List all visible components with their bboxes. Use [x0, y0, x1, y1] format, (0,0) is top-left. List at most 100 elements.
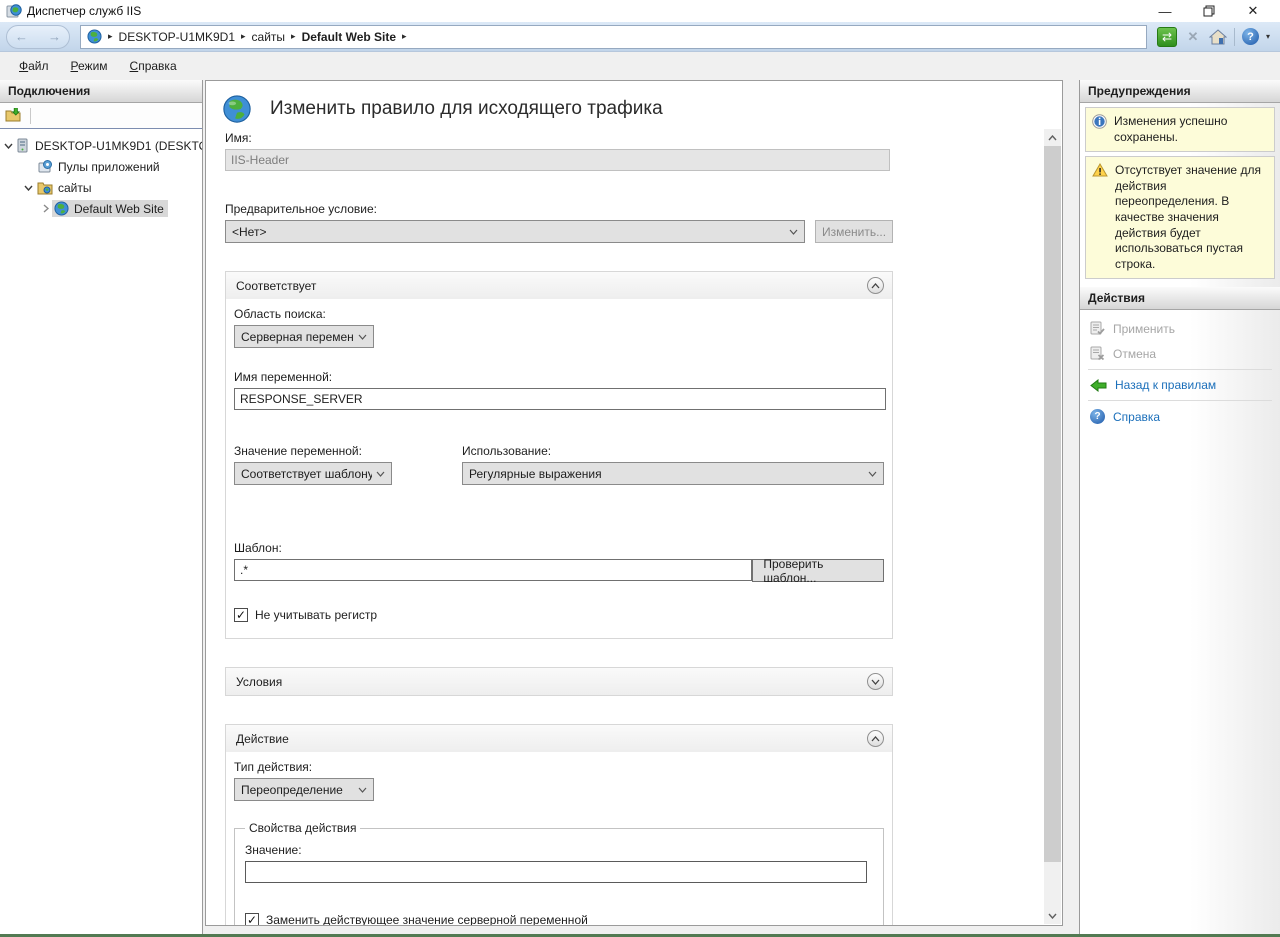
- precondition-value: <Нет>: [232, 225, 785, 239]
- expand-icon[interactable]: [867, 673, 884, 690]
- back-arrow-icon: [1090, 379, 1107, 392]
- warning-icon: [1092, 163, 1108, 272]
- connections-panel: Подключения DESKTOP-U1MK9D1 (DESKTOP Пул…: [0, 80, 203, 934]
- precondition-select[interactable]: <Нет>: [225, 220, 805, 243]
- breadcrumb-server[interactable]: DESKTOP-U1MK9D1: [119, 30, 235, 44]
- tree-item-label[interactable]: сайты: [58, 181, 92, 195]
- minimize-button[interactable]: —: [1158, 4, 1172, 18]
- conditions-section-title: Условия: [236, 675, 867, 689]
- help-dropdown-icon[interactable]: ▾: [1266, 32, 1270, 41]
- alert-warning: Отсутствует значение для действия переоп…: [1085, 156, 1275, 279]
- chevron-down-icon: [358, 787, 367, 793]
- collapse-icon[interactable]: [867, 277, 884, 294]
- selected-tree-item[interactable]: Default Web Site: [52, 200, 168, 217]
- globe-icon: [87, 29, 102, 44]
- menu-file[interactable]: Файл: [10, 55, 58, 77]
- action-label[interactable]: Справка: [1113, 410, 1160, 424]
- breadcrumb-arrow-icon: ▸: [108, 31, 113, 42]
- apply-action: Применить: [1080, 316, 1280, 341]
- refresh-icon[interactable]: ⇄: [1157, 27, 1177, 47]
- operation-select[interactable]: Соответствует шаблону: [234, 462, 392, 485]
- name-label: Имя:: [225, 131, 1022, 145]
- breadcrumb-site[interactable]: Default Web Site: [302, 30, 396, 44]
- home-icon[interactable]: [1209, 29, 1227, 45]
- precondition-edit-button: Изменить...: [815, 220, 893, 243]
- chevron-down-icon[interactable]: [4, 143, 13, 149]
- chevron-right-icon[interactable]: [40, 204, 52, 213]
- value-input[interactable]: [245, 861, 867, 883]
- ignore-case-checkbox[interactable]: ✓: [234, 608, 248, 622]
- page-globe-icon: [222, 94, 252, 124]
- rule-form: Имя: IIS-Header Предварительное условие:…: [206, 129, 1062, 925]
- action-label[interactable]: Назад к правилам: [1115, 378, 1216, 392]
- breadcrumb-sites[interactable]: сайты: [252, 30, 286, 44]
- breadcrumb-arrow-icon[interactable]: ▸: [291, 31, 296, 42]
- app-pools-icon: [38, 159, 53, 174]
- variable-name-input[interactable]: RESPONSE_SERVER: [234, 388, 886, 410]
- replace-value-label: Заменить действующее значение серверной …: [266, 913, 588, 925]
- match-section-title: Соответствует: [236, 279, 867, 293]
- test-pattern-button[interactable]: Проверить шаблон...: [752, 559, 884, 582]
- scroll-up-icon[interactable]: [1044, 129, 1061, 146]
- tree-item-sites[interactable]: сайты: [0, 177, 202, 198]
- tree-item-label[interactable]: Default Web Site: [74, 202, 164, 216]
- menu-help[interactable]: Справка: [121, 55, 186, 77]
- restore-button[interactable]: [1202, 4, 1216, 18]
- back-icon[interactable]: ←: [15, 29, 28, 44]
- back-to-rules-action[interactable]: Назад к правилам: [1080, 373, 1280, 397]
- app-icon: [6, 3, 22, 19]
- replace-value-checkbox[interactable]: ✓: [245, 913, 259, 925]
- window-title: Диспетчер служб IIS: [27, 4, 141, 18]
- breadcrumb-arrow-icon[interactable]: ▸: [402, 31, 407, 42]
- using-select[interactable]: Регулярные выражения: [462, 462, 884, 485]
- toolbar-separator: [30, 108, 31, 124]
- conditions-section: Условия: [225, 667, 893, 696]
- action-type-select[interactable]: Переопределение: [234, 778, 374, 801]
- info-icon: [1092, 114, 1107, 145]
- tree-item-label[interactable]: DESKTOP-U1MK9D1 (DESKTOP: [35, 139, 202, 153]
- operation-value: Соответствует шаблону: [241, 467, 372, 481]
- chevron-down-icon: [868, 471, 877, 477]
- alert-text: Отсутствует значение для действия переоп…: [1115, 163, 1268, 272]
- action-label: Применить: [1113, 322, 1175, 336]
- forward-icon[interactable]: →: [48, 29, 61, 44]
- help-icon[interactable]: ?: [1242, 28, 1259, 45]
- nav-buttons: ← →: [6, 25, 70, 49]
- site-globe-icon: [54, 201, 69, 216]
- action-label: Отмена: [1113, 347, 1156, 361]
- scrollbar-thumb[interactable]: [1044, 146, 1061, 862]
- alert-text: Изменения успешно сохранены.: [1114, 114, 1268, 145]
- using-label: Использование:: [462, 444, 884, 458]
- divider: [1088, 400, 1272, 401]
- breadcrumb[interactable]: ▸ DESKTOP-U1MK9D1 ▸ сайты ▸ Default Web …: [80, 25, 1147, 49]
- help-icon: ?: [1090, 409, 1105, 424]
- tree-item-label[interactable]: Пулы приложений: [58, 160, 160, 174]
- pattern-input[interactable]: .*: [234, 559, 752, 581]
- chevron-down-icon: [789, 229, 798, 235]
- chevron-down-icon[interactable]: [22, 185, 34, 191]
- stop-icon: ✕: [1184, 29, 1202, 45]
- action-properties-group: Свойства действия Значение: ✓ Заменить д…: [234, 821, 884, 925]
- tree-item-default-web-site[interactable]: Default Web Site: [0, 198, 202, 219]
- breadcrumb-arrow-icon[interactable]: ▸: [241, 31, 246, 42]
- close-button[interactable]: ✕: [1246, 4, 1260, 18]
- name-input: IIS-Header: [225, 149, 890, 171]
- ignore-case-label: Не учитывать регистр: [255, 608, 377, 622]
- using-value: Регулярные выражения: [469, 467, 864, 481]
- action-section-title: Действие: [236, 732, 867, 746]
- menu-view[interactable]: Режим: [62, 55, 117, 77]
- value-label: Значение:: [245, 843, 873, 857]
- cancel-action: Отмена: [1080, 341, 1280, 366]
- page-scrollbar[interactable]: [1044, 129, 1061, 924]
- scroll-down-icon[interactable]: [1044, 907, 1061, 924]
- save-connection-icon[interactable]: [5, 108, 22, 123]
- titlebar: Диспетчер служб IIS — ✕: [0, 0, 1280, 22]
- main-panel: Изменить правило для исходящего трафика …: [203, 80, 1079, 934]
- tree-item-app-pools[interactable]: Пулы приложений: [0, 156, 202, 177]
- scope-label: Область поиска:: [234, 307, 884, 321]
- help-action[interactable]: ? Справка: [1080, 404, 1280, 429]
- connections-header: Подключения: [0, 80, 202, 103]
- collapse-icon[interactable]: [867, 730, 884, 747]
- tree-item-server[interactable]: DESKTOP-U1MK9D1 (DESKTOP: [0, 135, 202, 156]
- scope-select[interactable]: Серверная переменн: [234, 325, 374, 348]
